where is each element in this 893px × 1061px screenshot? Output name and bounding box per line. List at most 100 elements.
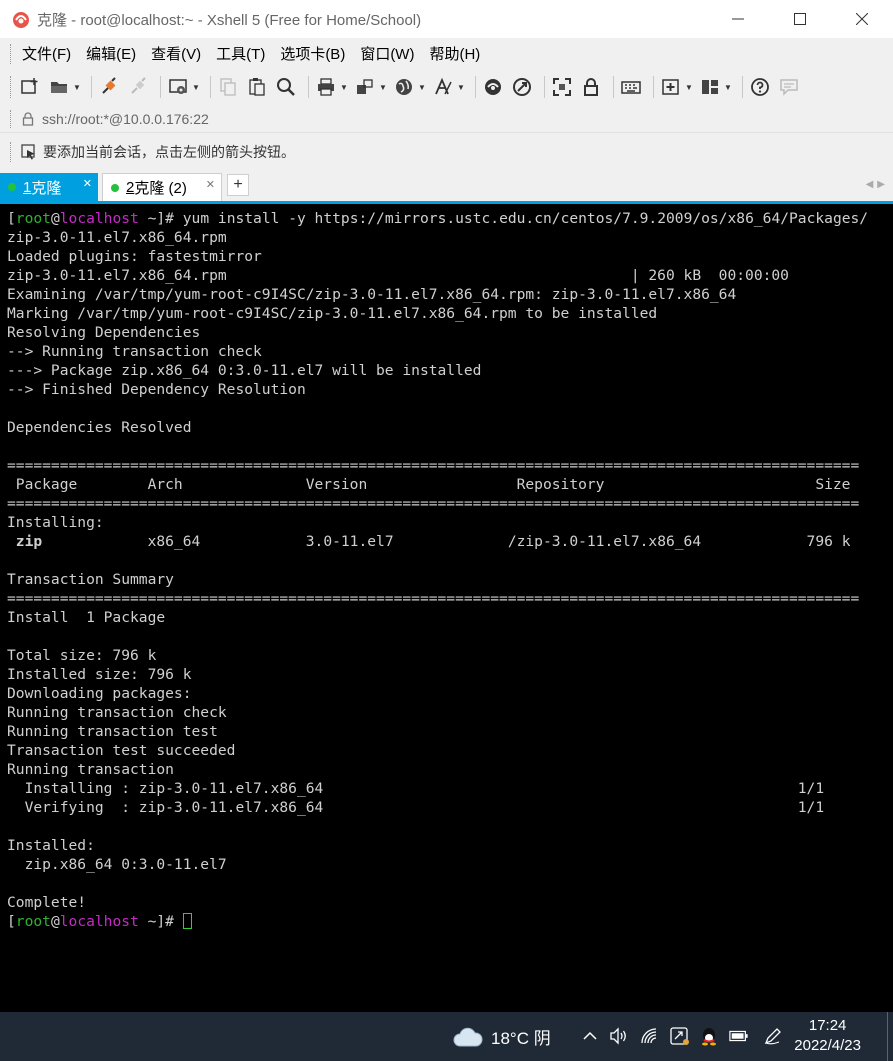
paste-icon (249, 78, 265, 96)
font-dropdown[interactable]: ▼ (457, 83, 465, 92)
xmanager-icon (513, 78, 531, 96)
session-url[interactable]: ssh://root:*@10.0.0.176:22 (42, 111, 209, 127)
menu-tools[interactable]: 工具(T) (216, 43, 265, 64)
tab-close-icon[interactable]: ✕ (206, 178, 215, 191)
fullscreen-button[interactable] (550, 75, 574, 99)
volume-button[interactable] (609, 1026, 629, 1046)
terminal-line: ========================================… (7, 590, 860, 607)
windows-taskbar: 18°C 阴 17:24 2022/4/23 (0, 1012, 893, 1061)
menu-window[interactable]: 窗口(W) (360, 43, 414, 64)
network-button[interactable] (640, 1026, 660, 1046)
add-session-arrow-icon[interactable] (21, 143, 37, 160)
fullscreen-icon (553, 78, 571, 96)
xftp-icon (485, 79, 501, 95)
menu-tabs[interactable]: 选项卡(B) (280, 43, 345, 64)
connect-button[interactable] (97, 75, 121, 99)
toolbar-separator (210, 76, 211, 98)
prompt-at: @ (50, 913, 60, 930)
maximize-button[interactable] (769, 0, 831, 38)
hint-grip[interactable] (10, 141, 13, 162)
globe-icon (396, 79, 412, 95)
terminal-line: Running transaction test (7, 723, 218, 740)
connected-status-icon (8, 183, 16, 191)
menu-file[interactable]: 文件(F) (22, 43, 71, 64)
menu-help[interactable]: 帮助(H) (429, 43, 480, 64)
prompt-bracket: [ (7, 210, 16, 227)
menu-grip[interactable] (10, 43, 13, 64)
copy-button[interactable] (216, 75, 240, 99)
tab-label: 克隆 (31, 179, 62, 197)
lock-icon (584, 78, 598, 96)
show-desktop-button[interactable] (887, 1012, 893, 1061)
xftp-button[interactable] (481, 75, 505, 99)
new-tab-icon (662, 79, 679, 95)
qq-icon (702, 1028, 716, 1046)
properties-dropdown[interactable]: ▼ (192, 83, 200, 92)
open-button[interactable] (47, 75, 71, 99)
terminal-line: zip-3.0-11.el7.x86_64.rpm (7, 229, 227, 246)
xshell-app-icon (13, 12, 29, 28)
print-button[interactable] (314, 75, 338, 99)
layout-button[interactable] (698, 75, 722, 99)
toolbar-separator (308, 76, 309, 98)
minimize-button[interactable] (707, 0, 769, 38)
show-hidden-icons-button[interactable] (580, 1026, 600, 1046)
chevron-up-icon (583, 1031, 597, 1040)
tab-label: 克隆 (2) (134, 180, 187, 197)
layout-dropdown[interactable]: ▼ (724, 83, 732, 92)
chat-button[interactable] (777, 75, 801, 99)
terminal-line: ---> Package zip.x86_64 0:3.0-11.el7 wil… (7, 362, 482, 379)
system-clock[interactable]: 17:24 2022/4/23 (794, 1016, 861, 1056)
xmanager-button[interactable] (510, 75, 534, 99)
globe-dropdown[interactable]: ▼ (418, 83, 426, 92)
lock-icon (22, 111, 34, 126)
tab-number: 2 (126, 179, 135, 196)
lock-button[interactable] (579, 75, 603, 99)
current-prompt-line[interactable]: [root@localhost ~]# (7, 912, 893, 931)
address-grip[interactable] (10, 109, 13, 128)
terminal-output[interactable]: [root@localhost ~]# yum install -y https… (0, 207, 893, 1012)
new-tab-dropdown[interactable]: ▼ (685, 83, 693, 92)
font-button[interactable] (431, 75, 455, 99)
menu-edit[interactable]: 编辑(E) (86, 43, 136, 64)
ime-button[interactable] (670, 1026, 690, 1046)
pen-button[interactable] (763, 1026, 783, 1046)
weather-widget[interactable]: 18°C 阴 (453, 1024, 551, 1049)
package-row: zip x86_64 3.0-11.el7 /zip-3.0-11.el7.x8… (7, 532, 893, 551)
find-button[interactable] (274, 75, 298, 99)
terminal-line: zip-3.0-11.el7.x86_64.rpm | 260 kB 00:00… (7, 267, 789, 284)
tab-close-icon[interactable]: ✕ (83, 177, 92, 190)
transfer-button[interactable] (353, 75, 377, 99)
qq-button[interactable] (699, 1026, 719, 1046)
new-tab-button[interactable] (659, 75, 683, 99)
terminal-cursor[interactable] (182, 913, 192, 929)
toolbar-grip[interactable] (10, 76, 13, 98)
tab-session-2[interactable]: 2 克隆 (2) ✕ (102, 173, 222, 201)
terminal-line: ========================================… (7, 457, 860, 474)
battery-button[interactable] (729, 1026, 749, 1046)
connect-icon (102, 77, 116, 94)
globe-button[interactable] (392, 75, 416, 99)
prompt-user: root (15, 913, 51, 930)
terminal-line: Transaction Summary (7, 571, 174, 588)
properties-button[interactable] (166, 75, 190, 99)
terminal-line: Dependencies Resolved (7, 419, 192, 436)
print-dropdown[interactable]: ▼ (340, 83, 348, 92)
transfer-dropdown[interactable]: ▼ (379, 83, 387, 92)
open-dropdown[interactable]: ▼ (73, 83, 81, 92)
paste-button[interactable] (245, 75, 269, 99)
disconnect-button[interactable] (126, 75, 150, 99)
tab-session-1[interactable]: 1 克隆 ✕ (0, 173, 98, 201)
close-button[interactable] (831, 0, 893, 38)
new-session-button[interactable] (18, 75, 42, 99)
help-button[interactable] (748, 75, 772, 99)
keyboard-button[interactable] (619, 75, 643, 99)
terminal-line: Downloading packages: (7, 685, 192, 702)
prompt-host: localhost (59, 913, 139, 930)
add-tab-button[interactable]: + (227, 174, 249, 196)
output-lines: zip-3.0-11.el7.x86_64.rpm Loaded plugins:… (7, 228, 893, 912)
terminal-scrollbar[interactable] (889, 207, 893, 1012)
tab-scroll-arrows-icon[interactable]: ◀▶ (866, 179, 889, 190)
terminal-line: zip.x86_64 0:3.0-11.el7 (7, 856, 227, 873)
menu-view[interactable]: 查看(V) (151, 43, 201, 64)
